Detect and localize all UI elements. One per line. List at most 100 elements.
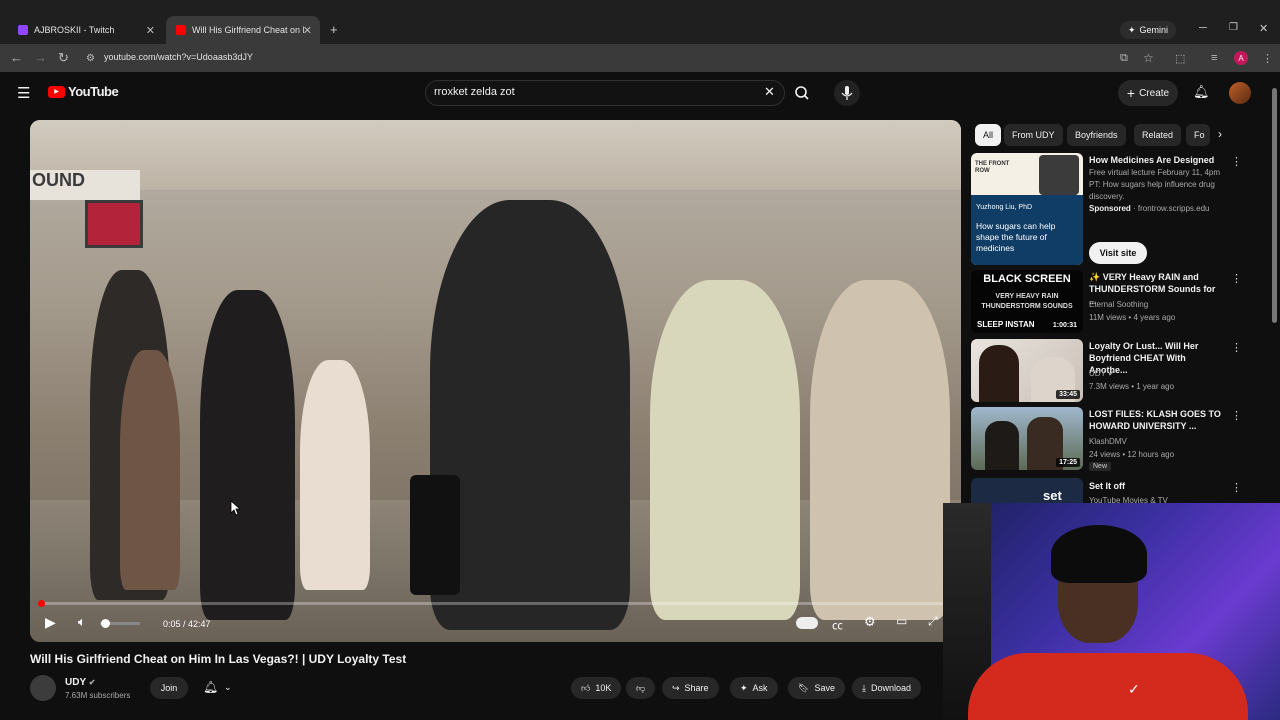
site-info-icon[interactable]: ⚙ xyxy=(86,53,95,64)
video-frame-sign: OUND xyxy=(30,170,140,200)
recommendation-thumbnail[interactable]: 33:45 xyxy=(971,339,1083,402)
bookmark-star-icon[interactable]: ☆ xyxy=(1143,51,1154,65)
more-options-icon[interactable]: ⋮ xyxy=(1231,481,1242,494)
thumb-text: VERY HEAVY RAIN THUNDERSTORM SOUNDS xyxy=(981,293,1073,310)
install-app-icon[interactable]: ⧉ xyxy=(1120,52,1128,65)
reload-icon[interactable]: ↻ xyxy=(58,50,69,66)
like-button[interactable]: 👍︎ 10K xyxy=(571,677,622,699)
more-options-icon[interactable]: ⋮ xyxy=(1231,341,1242,354)
recommendation-channel[interactable]: YouTube Movies & TV xyxy=(1089,495,1229,503)
profile-avatar[interactable]: A xyxy=(1234,51,1248,65)
video-person xyxy=(200,290,295,620)
ad-thumbnail[interactable]: THE FRONT ROW Yuzhong Liu, PhD How sugar… xyxy=(971,153,1083,265)
more-options-icon[interactable]: ⋮ xyxy=(1231,409,1242,422)
search-input[interactable]: rroxket zelda zot xyxy=(434,86,515,98)
url-text[interactable]: youtube.com/watch?v=Udoaasb3dJY xyxy=(104,52,253,62)
notification-bell-icon[interactable]: 🔔︎ xyxy=(203,680,218,694)
video-person xyxy=(650,280,800,620)
chevron-down-icon[interactable]: ⌄ xyxy=(224,682,232,693)
tab-twitch[interactable]: AJBROSKII - Twitch ✕ xyxy=(8,16,163,44)
window-close-icon[interactable]: ✕ xyxy=(1259,22,1268,35)
clear-search-icon[interactable]: ✕ xyxy=(764,84,775,100)
verified-badge-icon: ✔ xyxy=(88,678,96,687)
search-button[interactable] xyxy=(787,80,817,106)
channel-avatar[interactable] xyxy=(30,675,56,701)
download-button[interactable]: ⤓ Download xyxy=(852,677,922,699)
close-icon[interactable]: ✕ xyxy=(146,24,155,37)
channel-name[interactable]: UDY ✔ xyxy=(65,677,95,688)
recommendation-channel[interactable]: KlashDMV xyxy=(1089,436,1229,448)
gemini-label: Gemini xyxy=(1139,25,1169,35)
media-control-icon[interactable]: ≡ xyxy=(1211,52,1217,64)
webcam-overlay: ✓ xyxy=(943,503,1280,720)
plus-icon: + xyxy=(1126,85,1136,101)
theater-mode-icon[interactable]: ▭ xyxy=(896,614,907,628)
chevron-right-icon[interactable]: › xyxy=(1218,127,1222,141)
close-icon[interactable]: ✕ xyxy=(303,24,312,37)
notifications-bell-icon[interactable]: 🔔︎ xyxy=(1193,84,1210,100)
youtube-logo-text: YouTube xyxy=(68,84,119,99)
recommendation-stats: 7.3M views • 1 year ago xyxy=(1089,382,1175,391)
nike-swoosh-icon: ✓ xyxy=(1128,681,1140,697)
fullscreen-icon[interactable]: ⤢ xyxy=(928,614,938,629)
visit-site-button[interactable]: Visit site xyxy=(1089,242,1147,264)
volume-icon[interactable]: 🔈︎ xyxy=(78,614,86,630)
join-button[interactable]: Join xyxy=(150,677,188,699)
ad-speaker-name: Yuzhong Liu, PhD xyxy=(976,204,1033,211)
account-avatar[interactable] xyxy=(1229,82,1251,104)
browser-tab-bar: AJBROSKII - Twitch ✕ Will His Girlfriend… xyxy=(0,0,1280,44)
chip-related[interactable]: Related xyxy=(1134,124,1182,146)
recommendation-title[interactable]: How Medicines Are Designed xyxy=(1089,154,1224,166)
thumb-person xyxy=(985,421,1019,470)
progress-bar[interactable] xyxy=(40,602,951,605)
recommendation-channel[interactable]: Eternal Soothing xyxy=(1089,299,1229,311)
new-tab-icon[interactable]: + xyxy=(330,22,338,37)
create-button[interactable]: + Create xyxy=(1118,80,1178,106)
play-icon[interactable]: ▶ xyxy=(45,614,56,631)
duration-badge: 17:25 xyxy=(1056,458,1080,467)
video-suitcase xyxy=(410,475,460,595)
recommendation-thumbnail[interactable]: 17:25 xyxy=(971,407,1083,470)
captions-icon[interactable]: ㏄ xyxy=(832,617,843,633)
new-badge: New xyxy=(1089,462,1112,471)
autoplay-toggle[interactable] xyxy=(796,617,818,629)
tab-label: AJBROSKII - Twitch xyxy=(34,25,115,35)
youtube-logo[interactable]: ▶ YouTube xyxy=(48,84,119,99)
back-icon[interactable]: ← xyxy=(10,50,23,65)
mouse-cursor-icon xyxy=(230,500,240,516)
progress-scrubber-handle[interactable] xyxy=(38,600,45,607)
video-frame-screen xyxy=(85,200,143,248)
minimize-icon[interactable]: ─ xyxy=(1199,22,1207,34)
browser-menu-icon[interactable]: ⋮ xyxy=(1262,52,1273,65)
recommendation-title[interactable]: Set It off xyxy=(1089,480,1224,492)
dislike-button[interactable]: 👎︎ xyxy=(626,677,656,699)
video-frame-ceiling xyxy=(30,120,961,190)
hamburger-menu-icon[interactable]: ☰ xyxy=(17,84,30,102)
voice-search-button[interactable] xyxy=(834,80,860,106)
recommendation-thumbnail[interactable]: BLACK SCREEN VERY HEAVY RAIN THUNDERSTOR… xyxy=(971,270,1083,333)
recommendation-channel[interactable]: UDY ✔ xyxy=(1089,368,1229,380)
volume-slider-handle[interactable] xyxy=(101,619,110,628)
recommendation-thumbnail[interactable]: set xyxy=(971,478,1083,503)
video-player[interactable]: OUND xyxy=(30,120,961,642)
chip-boyfriends[interactable]: Boyfriends xyxy=(1067,124,1126,146)
recommendation-title[interactable]: LOST FILES: KLASH GOES TO HOWARD UNIVERS… xyxy=(1089,408,1224,432)
more-options-icon[interactable]: ⋮ xyxy=(1231,272,1242,285)
ask-button[interactable]: ✦ Ask xyxy=(730,677,778,699)
gemini-button[interactable]: ✦ Gemini xyxy=(1120,21,1177,39)
forward-icon[interactable]: → xyxy=(34,50,47,65)
more-options-icon[interactable]: ⋮ xyxy=(1231,155,1242,168)
settings-gear-icon[interactable]: ⚙ xyxy=(864,614,876,630)
chip-more[interactable]: Fo xyxy=(1186,124,1210,146)
chip-all[interactable]: All xyxy=(975,124,1002,146)
page-scrollbar-thumb[interactable] xyxy=(1272,88,1277,323)
share-label: Share xyxy=(684,683,709,693)
save-button[interactable]: 🔖︎ Save xyxy=(788,677,845,699)
maximize-icon[interactable]: ❐ xyxy=(1229,22,1238,33)
chip-from-udy[interactable]: From UDY xyxy=(1004,124,1063,146)
save-label: Save xyxy=(814,683,835,693)
subscriber-count: 7.63M subscribers xyxy=(65,691,131,700)
extensions-icon[interactable]: ⬚ xyxy=(1175,52,1185,65)
share-button[interactable]: ↪ Share xyxy=(662,677,719,699)
tab-youtube[interactable]: Will His Girlfriend Cheat on Hi ✕ xyxy=(166,16,320,44)
